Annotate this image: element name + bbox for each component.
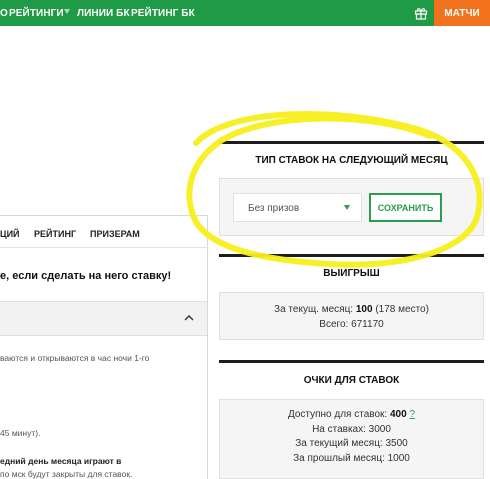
winnings-total-label: Всего:: [319, 319, 349, 330]
points-on-bets: На ставках: 3000: [312, 424, 391, 435]
points-available-label: Доступно для ставок:: [287, 409, 388, 420]
winnings-box: [219, 292, 484, 340]
bet-type-title: ТИП СТАВОК НА СЛЕДУЮЩИЙ МЕСЯЦ: [255, 155, 448, 166]
rules-accordion-header[interactable]: [0, 301, 207, 336]
rules-line: 45 минут).: [0, 428, 41, 438]
chevron-down-icon[interactable]: [344, 205, 350, 210]
winnings-month-label: За текущ. месяц:: [274, 304, 354, 315]
nav-item-partial[interactable]: О: [0, 8, 8, 19]
tab-editions[interactable]: ЦИЙ: [0, 229, 20, 239]
rules-line: ваются и открываются в час ночи 1-го: [0, 353, 150, 363]
tabs-divider: [0, 247, 208, 248]
points-title: ОЧКИ ДЛЯ СТАВОК: [303, 375, 400, 386]
bet-type-select[interactable]: Без призов: [233, 193, 362, 222]
top-nav: О РЕЙТИНГИ ЛИНИИ БК РЕЙТИНГ БК МАТЧИ: [0, 0, 490, 26]
winnings-title: ВЫИГРЫШ: [323, 268, 380, 279]
section-divider: [219, 141, 484, 144]
nav-item-bk-lines[interactable]: ЛИНИИ БК: [77, 8, 130, 19]
winnings-month: За текущ. месяц: 100 (178 место): [219, 304, 484, 315]
points-available: Доступно для ставок: 400 ?: [219, 409, 484, 420]
winnings-total-value: 671170: [351, 319, 384, 330]
gift-icon[interactable]: [414, 6, 428, 20]
winnings-month-value: 100: [355, 304, 373, 315]
winnings-total: Всего: 671170: [219, 319, 484, 330]
tab-prizewinners[interactable]: ПРИЗЕРАМ: [90, 229, 140, 239]
points-current-month: За текущий месяц: 3500: [295, 438, 408, 449]
nav-item-ratings[interactable]: РЕЙТИНГИ: [9, 8, 64, 19]
section-divider: [219, 254, 484, 257]
points-last-month: За прошлый месяц: 1000: [293, 453, 410, 464]
tab-rating[interactable]: РЕЙТИНГ: [34, 229, 76, 239]
rules-line: по мск будут закрыты для ставок.: [0, 469, 133, 479]
winnings-month-place: (178 место): [375, 304, 429, 315]
save-button[interactable]: СОХРАНИТЬ: [369, 193, 442, 222]
matches-button[interactable]: МАТЧИ: [434, 0, 490, 26]
chevron-down-icon[interactable]: [64, 9, 70, 14]
nav-item-bk-rating[interactable]: РЕЙТИНГ БК: [131, 8, 195, 19]
chevron-up-icon[interactable]: [184, 313, 194, 323]
rules-line: едний день месяца играют в: [0, 456, 122, 466]
page-headline: е, если сделать на него ставку!: [0, 270, 172, 282]
help-link[interactable]: ?: [409, 409, 415, 420]
section-divider: [219, 360, 484, 363]
points-available-value: 400: [389, 409, 407, 420]
